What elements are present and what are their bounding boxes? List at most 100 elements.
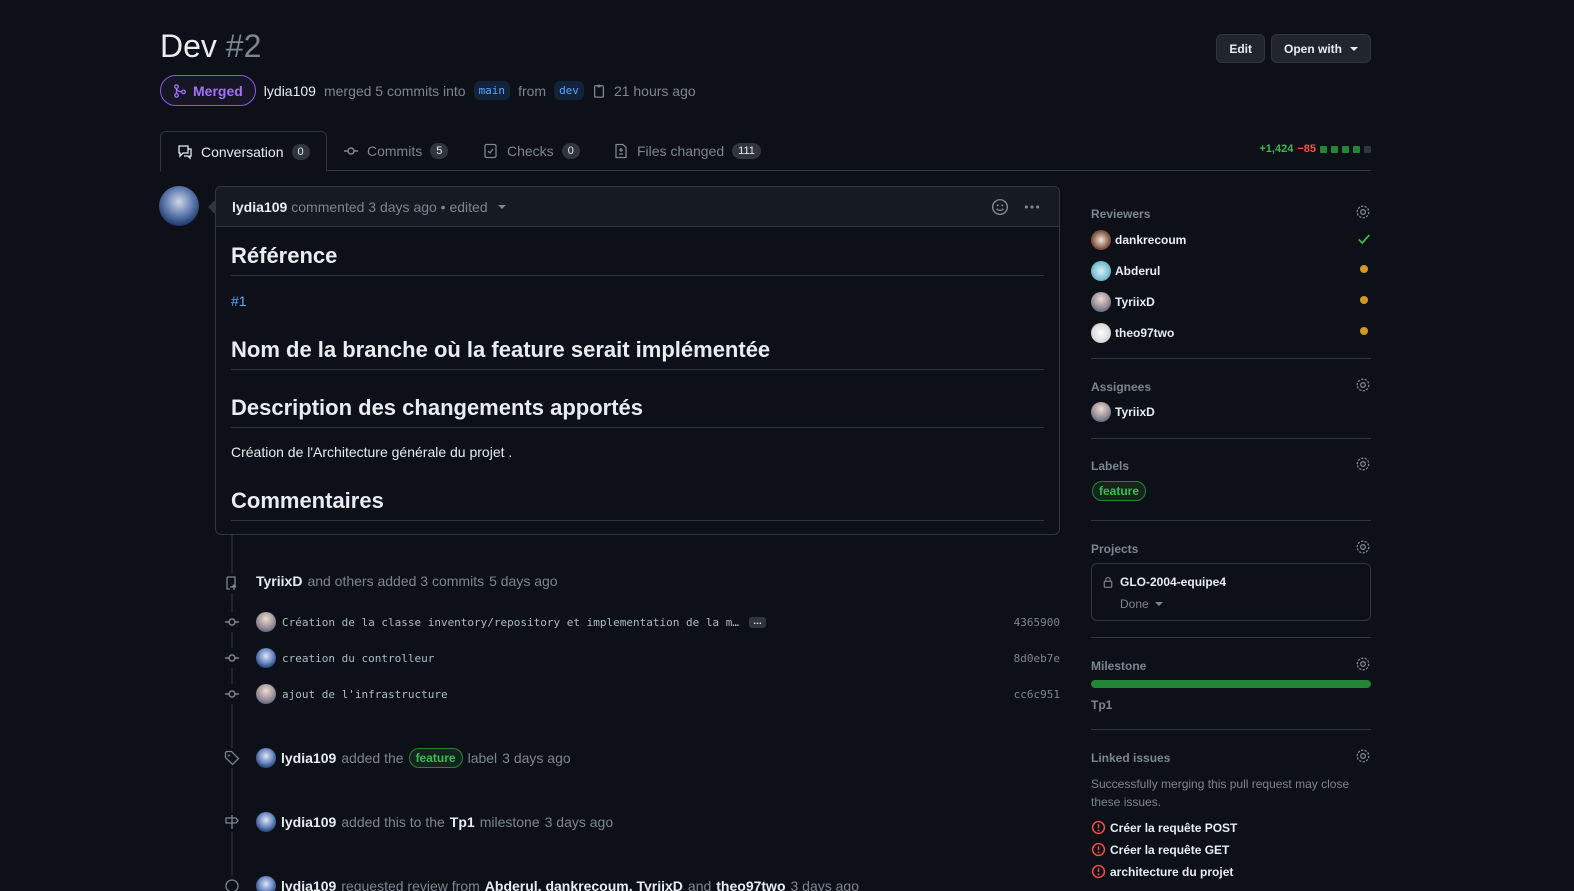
tab-files-changed[interactable]: Files changed 111	[597, 131, 777, 171]
divider	[1091, 438, 1371, 439]
reviewer-item[interactable]: Abderul	[1091, 261, 1160, 281]
labels-title: Labels	[1091, 459, 1130, 473]
linked-issues-title: Linked issues	[1091, 751, 1171, 765]
diffstat: +1,424 −85	[1259, 143, 1371, 155]
commit-icon	[222, 648, 242, 668]
gear-icon[interactable]	[1355, 456, 1371, 472]
event-time[interactable]: 3 days ago	[502, 750, 571, 766]
divider	[1091, 729, 1371, 730]
assignee-item[interactable]: TyriixD	[1091, 402, 1155, 422]
linked-issue-title: Créer la requête POST	[1110, 820, 1238, 835]
tab-conversation-count: 0	[291, 143, 310, 160]
description-text: Création de l'Architecture générale du p…	[231, 444, 513, 460]
feature-label[interactable]: feature	[408, 748, 463, 768]
avatar[interactable]	[256, 648, 276, 668]
projects-section: Projects	[1091, 540, 1371, 556]
gear-icon[interactable]	[1355, 748, 1371, 764]
requested-reviewer[interactable]: theo97two	[716, 878, 785, 891]
linked-issue-item[interactable]: architecture du projet	[1091, 864, 1233, 879]
avatar[interactable]	[256, 876, 276, 891]
open-with-button[interactable]: Open with	[1271, 34, 1371, 63]
issue-link[interactable]: #1	[231, 293, 247, 309]
commit-message[interactable]: Création de la classe inventory/reposito…	[282, 616, 739, 629]
tab-commits-count: 5	[430, 143, 449, 159]
kebab-horizontal-icon[interactable]	[1023, 198, 1041, 216]
project-name[interactable]: GLO-2004-equipe4	[1120, 575, 1226, 589]
milestone-name[interactable]: Tp1	[1091, 698, 1112, 712]
event-time[interactable]: 3 days ago	[545, 814, 614, 830]
tab-checks[interactable]: Checks 0	[467, 131, 596, 171]
milestone-link[interactable]: Tp1	[450, 814, 475, 830]
gear-icon[interactable]	[1355, 539, 1371, 555]
event-text: and others added 3 commits	[307, 573, 485, 589]
review-requested-event: lydia109 requested review from Abderul, …	[256, 876, 859, 891]
assignee-name: TyriixD	[1115, 405, 1155, 419]
pending-review-icon	[1360, 296, 1368, 304]
event-time[interactable]: 3 days ago	[791, 878, 860, 891]
pr-author-link[interactable]: lydia109	[264, 83, 316, 99]
avatar[interactable]	[256, 812, 276, 832]
commit-message[interactable]: creation du controlleur	[282, 652, 434, 665]
base-branch[interactable]: main	[473, 81, 511, 100]
repo-push-icon	[222, 573, 242, 593]
commit-message[interactable]: ajout de l'infrastructure	[282, 688, 448, 701]
avatar[interactable]	[159, 186, 199, 226]
comment-header: lydia109 commented 3 days ago • edited	[208, 187, 1059, 227]
gear-icon[interactable]	[1355, 656, 1371, 672]
reviewer-name: TyriixD	[1115, 295, 1155, 309]
reviewer-item[interactable]: theo97two	[1091, 323, 1174, 343]
smiley-icon[interactable]	[991, 198, 1009, 216]
copy-icon[interactable]	[592, 84, 606, 98]
chevron-down-icon	[1154, 602, 1163, 606]
commit-sha[interactable]: 8d0eb7e	[1014, 652, 1060, 665]
event-text: milestone	[479, 814, 540, 830]
heading-branch: Nom de la branche où la feature serait i…	[231, 337, 1044, 370]
project-status-dropdown[interactable]: Done	[1120, 597, 1163, 611]
feature-label[interactable]: feature	[1092, 481, 1147, 501]
linked-issue-item[interactable]: Créer la requête POST	[1091, 820, 1237, 835]
event-actor[interactable]: lydia109	[281, 814, 336, 830]
comment-author[interactable]: lydia109	[232, 199, 287, 215]
milestone-icon	[222, 812, 242, 832]
commit-row: creation du controlleur 8d0eb7e	[256, 648, 1060, 668]
avatar[interactable]	[256, 684, 276, 704]
linked-issue-title: Créer la requête GET	[1110, 842, 1230, 857]
expand-commit-button[interactable]: …	[748, 616, 766, 628]
tab-files-changed-count: 111	[732, 143, 761, 159]
event-actor[interactable]: lydia109	[281, 878, 336, 891]
pr-tabs: Conversation 0 Commits 5 Checks 0 Files …	[160, 131, 1371, 172]
diff-block	[1320, 145, 1327, 153]
commit-sha[interactable]: 4365900	[1014, 616, 1060, 629]
tab-commits[interactable]: Commits 5	[327, 131, 464, 171]
comment-meta[interactable]: commented 3 days ago • edited	[291, 199, 487, 215]
diff-block	[1364, 145, 1371, 153]
project-status: Done	[1120, 597, 1149, 611]
linked-issue-item[interactable]: Créer la requête GET	[1091, 842, 1229, 857]
commit-sha[interactable]: cc6c951	[1014, 688, 1060, 701]
tab-conversation-label: Conversation	[201, 143, 284, 160]
check-icon	[1358, 234, 1370, 245]
event-actor[interactable]: lydia109	[281, 750, 336, 766]
event-text: and	[687, 878, 712, 891]
avatar[interactable]	[256, 748, 276, 768]
head-branch[interactable]: dev	[554, 81, 584, 100]
event-actor[interactable]: TyriixD	[256, 573, 302, 589]
requested-reviewers[interactable]: Abderul, dankrecoum, TyriixD	[485, 878, 683, 891]
reviewer-item[interactable]: TyriixD	[1091, 292, 1155, 312]
event-time[interactable]: 5 days ago	[489, 573, 558, 589]
chevron-down-icon[interactable]	[497, 204, 506, 209]
avatar[interactable]	[256, 612, 276, 632]
commit-row: Création de la classe inventory/reposito…	[256, 612, 1060, 632]
gear-icon[interactable]	[1355, 204, 1371, 220]
tab-conversation[interactable]: Conversation 0	[160, 131, 327, 172]
reviewer-item[interactable]: dankrecoum	[1091, 230, 1186, 250]
edit-button[interactable]: Edit	[1216, 34, 1265, 63]
commit-icon	[222, 612, 242, 632]
merged-badge-label: Merged	[193, 82, 243, 99]
from-text: from	[518, 82, 547, 99]
event-text: label	[467, 750, 498, 766]
reviewer-name: dankrecoum	[1115, 233, 1187, 247]
milestone-progress-bar	[1091, 680, 1371, 688]
pr-number: #2	[225, 28, 262, 64]
gear-icon[interactable]	[1355, 377, 1371, 393]
